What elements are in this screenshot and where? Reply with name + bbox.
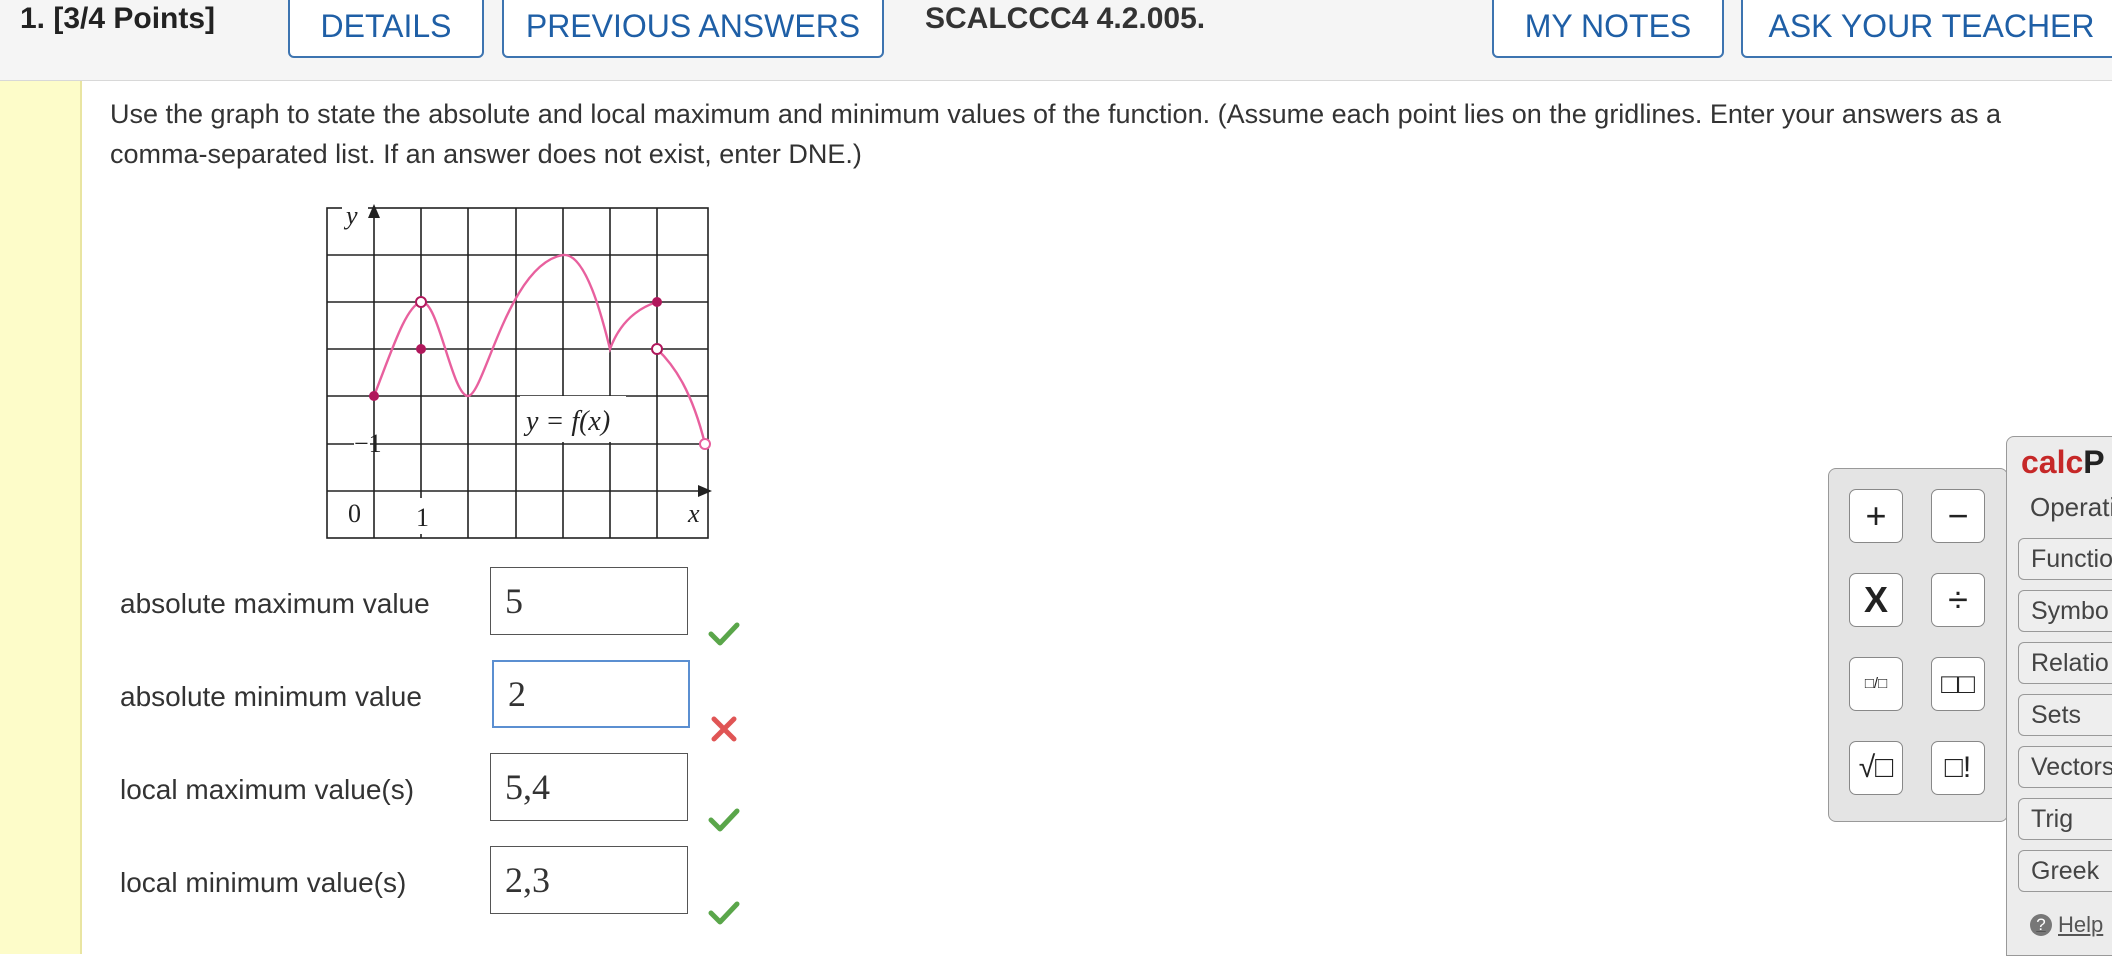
absolute-min-input[interactable]: 2 [492,660,690,728]
closed-point [369,391,379,401]
question-stripe [0,81,82,954]
details-button[interactable]: DETAILS [288,0,484,58]
absolute-max-label: absolute maximum value [120,588,430,619]
multiply-key[interactable]: X [1849,573,1903,627]
calcpad-logo: calcP [2021,444,2105,480]
origin-label: 0 [348,499,361,528]
calcpad-tab-relations[interactable]: Relatio [2018,642,2112,684]
question-code: SCALCCC4 4.2.005. [925,2,1206,35]
correct-check-icon [708,622,740,646]
closed-point [652,297,662,307]
calcpad-tab-vectors[interactable]: Vectors [2018,746,2112,788]
calcpad-tab-trig[interactable]: Trig [2018,798,2112,840]
open-point [651,343,663,355]
correct-check-icon [708,901,740,925]
exponent-key[interactable]: □□ [1931,657,1985,711]
open-point [699,438,711,450]
local-min-input[interactable]: 2,3 [490,846,688,914]
question-number: 1. [3/4 Points] [20,2,216,35]
closed-point [416,344,426,354]
y-axis-label: y [343,201,358,230]
previous-answers-button[interactable]: PREVIOUS ANSWERS [502,0,884,58]
y-axis-arrow [368,204,380,218]
calcpad-tab-functions[interactable]: Functio [2018,538,2112,580]
calcpad-tab-symbols[interactable]: Symbo [2018,590,2112,632]
calcpad-help-link[interactable]: ? Help [2030,912,2103,938]
sqrt-key[interactable]: √□ [1849,741,1903,795]
absolute-max-input[interactable]: 5 [490,567,688,635]
calcpad-operations-tab[interactable]: Operati [2030,492,2112,523]
question-prompt: Use the graph to state the absolute and … [110,99,2001,169]
x-axis-label: x [687,499,700,528]
question-header: 1. [3/4 Points] DETAILS PREVIOUS ANSWERS… [0,0,2112,81]
absolute-min-label: absolute minimum value [120,681,422,712]
ask-your-teacher-button[interactable]: ASK YOUR TEACHER [1741,0,2112,58]
plus-key[interactable]: + [1849,489,1903,543]
factorial-key[interactable]: □! [1931,741,1985,795]
incorrect-x-icon [711,716,737,742]
calcpad-tab-greek[interactable]: Greek [2018,850,2112,892]
function-graph: y −1 0 1 x y = f(x) [326,200,712,539]
fraction-key[interactable]: □/□ [1849,657,1903,711]
calcpad-keypad: + − X ÷ □/□ □□ √□ □! [1828,468,2008,822]
graph-grid [326,207,709,539]
x-axis-arrow [698,485,712,497]
function-label: y = f(x) [523,406,610,437]
help-icon: ? [2030,914,2052,936]
my-notes-button[interactable]: MY NOTES [1492,0,1724,58]
open-point [415,296,427,308]
x-tick-label: 1 [416,503,429,532]
calcpad-tab-sets[interactable]: Sets [2018,694,2112,736]
y-tick-label: −1 [354,429,382,458]
local-max-label: local maximum value(s) [120,774,415,805]
correct-check-icon [708,808,740,832]
local-max-input[interactable]: 5,4 [490,753,688,821]
divide-key[interactable]: ÷ [1931,573,1985,627]
local-min-label: local minimum value(s) [120,867,407,898]
minus-key[interactable]: − [1931,489,1985,543]
